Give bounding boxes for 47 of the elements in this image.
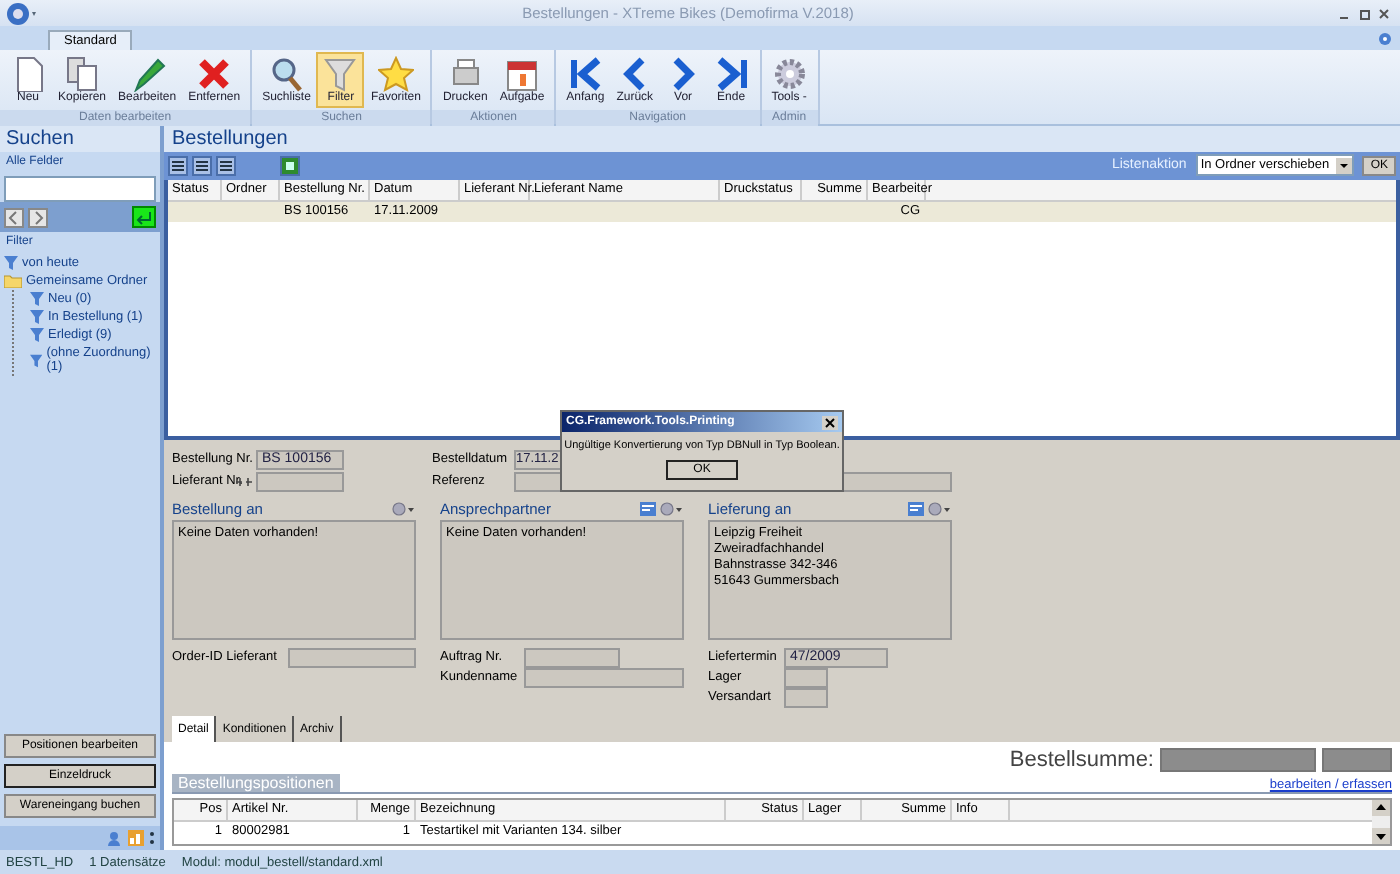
- input-field[interactable]: [256, 471, 344, 492]
- scroll-down-icon: [1372, 828, 1390, 844]
- delete-icon: [196, 56, 233, 92]
- excel-button[interactable]: [280, 155, 300, 176]
- help-icon[interactable]: [1378, 32, 1392, 46]
- back-icon: [6, 209, 22, 225]
- folder-icon: [4, 274, 22, 288]
- currency-field: [1322, 748, 1392, 772]
- first-icon: [567, 56, 604, 92]
- settings-icon[interactable]: [928, 502, 952, 517]
- users-icon[interactable]: [108, 830, 124, 846]
- enter-button[interactable]: [132, 206, 156, 228]
- previous-button[interactable]: [4, 207, 24, 227]
- spreadsheet-icon: [282, 157, 298, 174]
- last-icon: [713, 56, 750, 92]
- close-icon[interactable]: [822, 415, 838, 429]
- close-icon[interactable]: [1378, 7, 1390, 19]
- settings-icon: [771, 56, 808, 92]
- restore-icon[interactable]: [1358, 7, 1370, 19]
- star-icon: [377, 56, 414, 92]
- settings-icon[interactable]: [660, 502, 684, 517]
- funnel-icon: [322, 56, 359, 92]
- search-field[interactable]: [4, 176, 156, 202]
- dropdown-icon: [1336, 157, 1353, 174]
- input-field[interactable]: [288, 647, 416, 668]
- section-title: Bestellungen: [164, 126, 1400, 152]
- total-label: Bestellsumme:: [1009, 748, 1154, 772]
- search-icon: [268, 56, 305, 92]
- card-icon[interactable]: [640, 502, 656, 517]
- overflow-icon[interactable]: [148, 830, 156, 846]
- copy-icon: [64, 56, 101, 92]
- next-button[interactable]: [28, 207, 48, 227]
- input-field[interactable]: [784, 667, 828, 688]
- scrollbar[interactable]: [1372, 800, 1390, 844]
- section-title: Bestellungspositionen: [172, 774, 340, 792]
- card-icon[interactable]: [908, 502, 924, 517]
- app-menu-icon[interactable]: [6, 1, 38, 25]
- pencil-icon: [129, 56, 166, 92]
- forward-icon: [30, 209, 46, 225]
- settings-icon[interactable]: [392, 502, 416, 517]
- sidebar-title: Suchen: [0, 126, 160, 152]
- funnel-icon: [4, 256, 18, 270]
- calendar-icon: [503, 56, 540, 92]
- input-field[interactable]: [524, 647, 620, 668]
- input-field[interactable]: [524, 667, 684, 688]
- enter-icon: [134, 209, 154, 225]
- input-field[interactable]: [784, 687, 828, 708]
